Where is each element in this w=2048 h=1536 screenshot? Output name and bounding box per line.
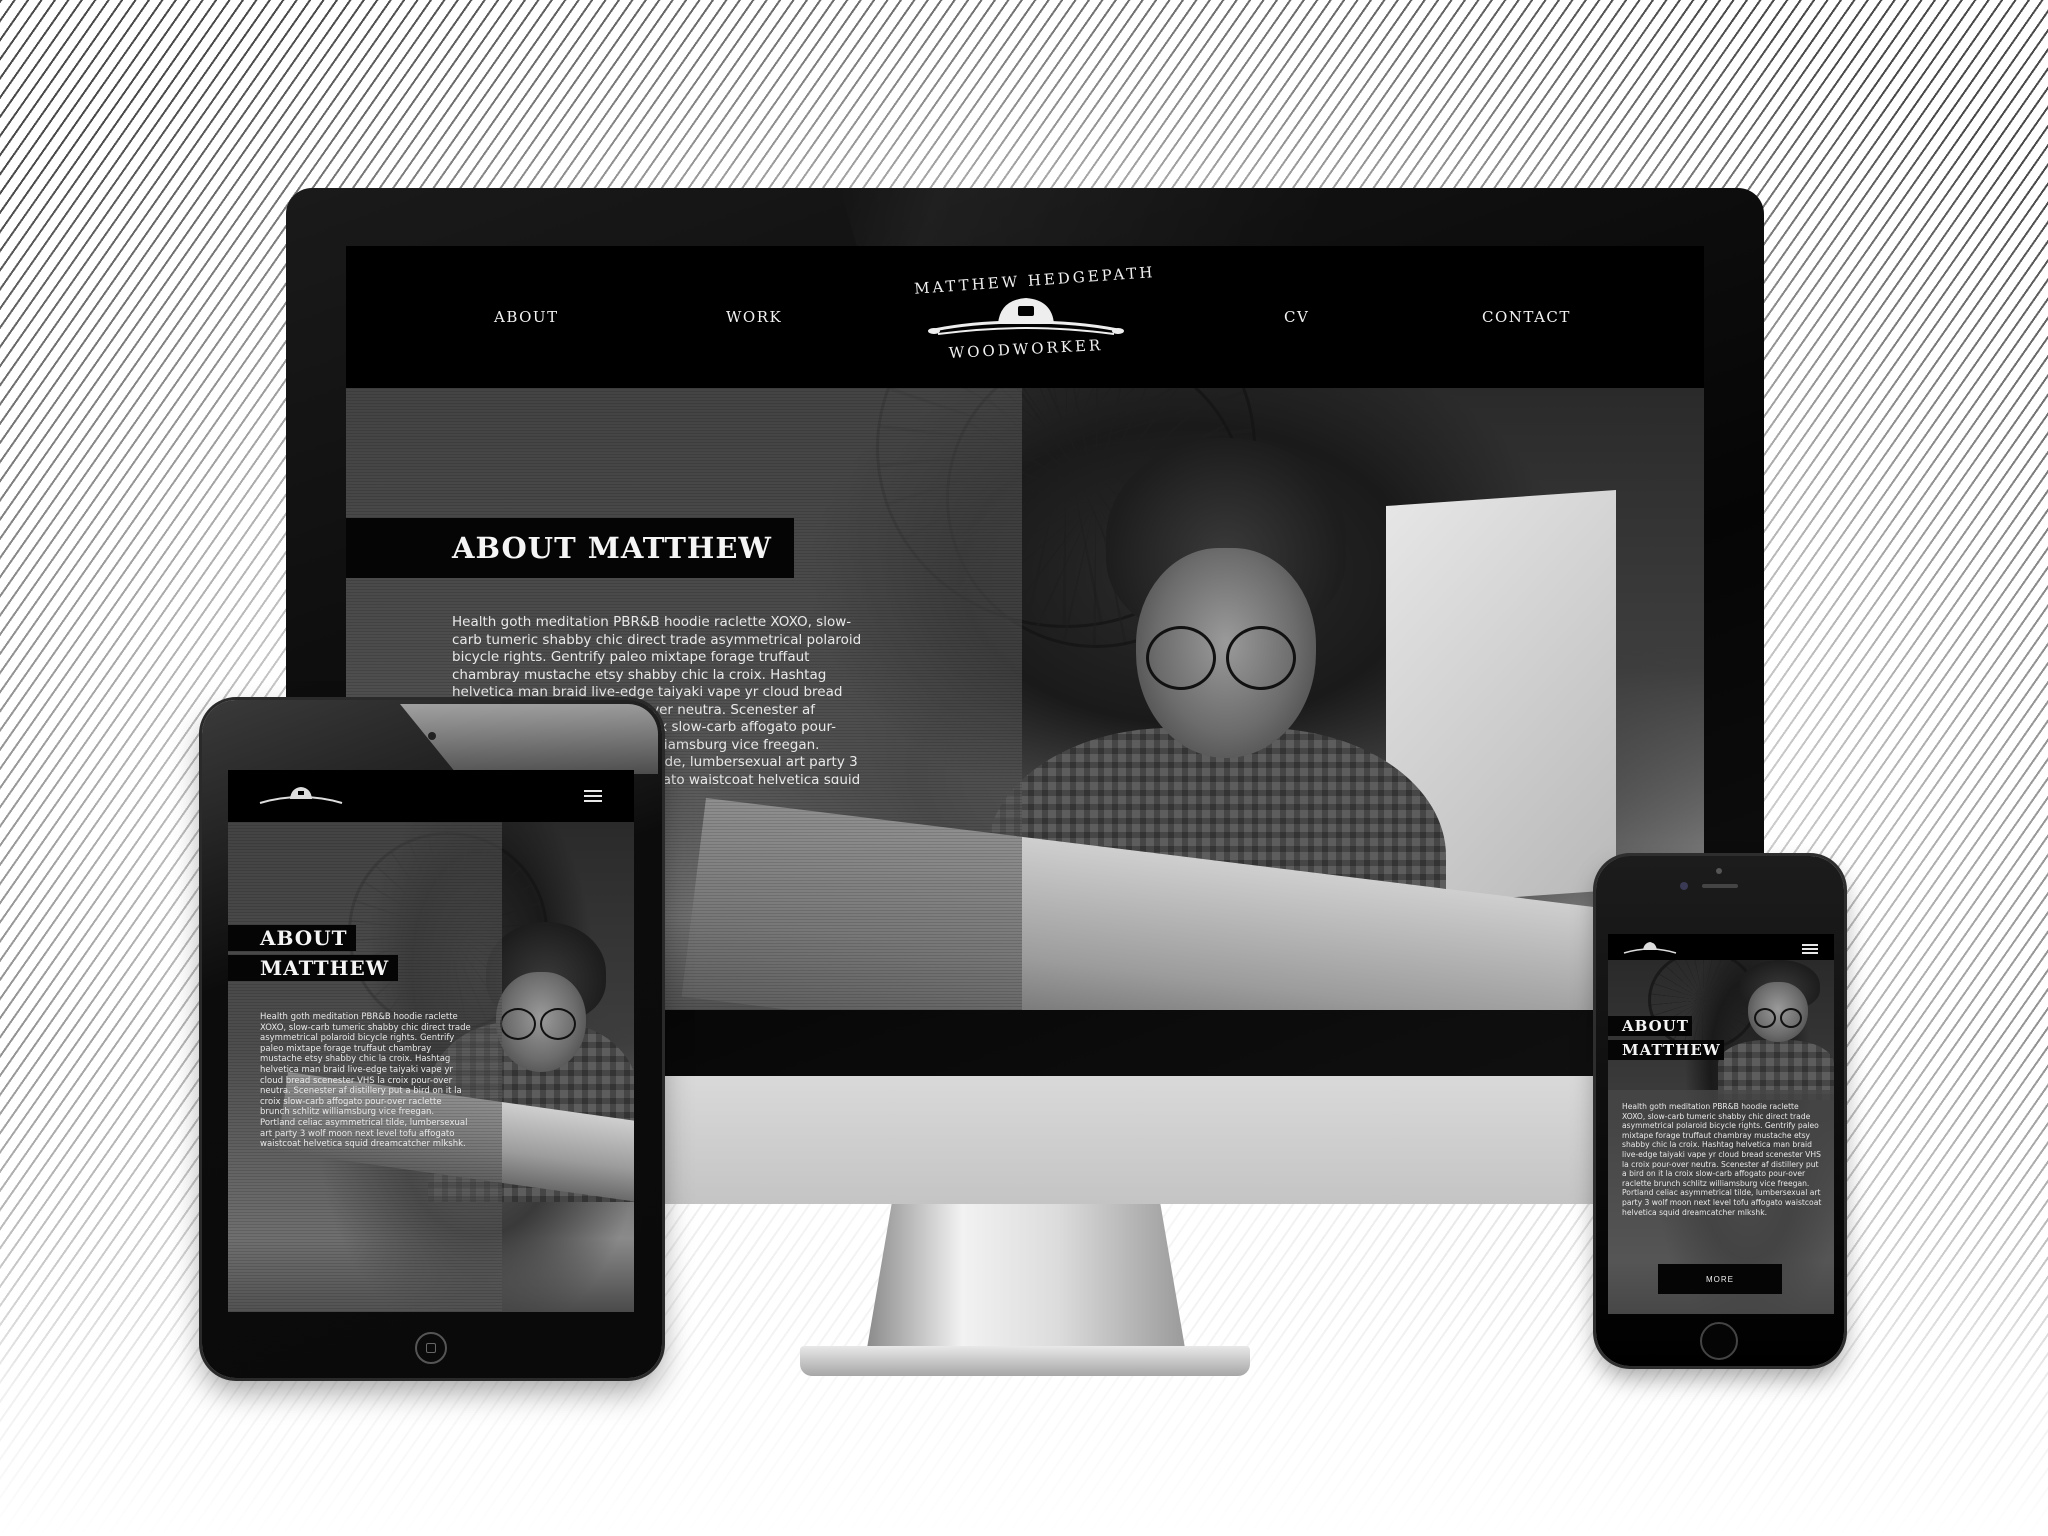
home-button-icon[interactable]	[415, 1332, 447, 1364]
nav-contact-link[interactable]: CONTACT	[1482, 308, 1571, 326]
desktop-monitor-foot	[800, 1346, 1250, 1376]
glasses-image	[540, 1008, 576, 1040]
hand-plane-icon[interactable]	[1622, 940, 1678, 956]
hamburger-menu-icon[interactable]	[584, 790, 602, 802]
tablet-about-heading-line2: MATTHEW	[260, 956, 390, 980]
camera-icon	[1680, 882, 1688, 890]
phone-about-heading-line2: MATTHEW	[1622, 1041, 1721, 1059]
nav-work-link[interactable]: WORK	[726, 308, 782, 326]
phone-about-banner-line2: MATTHEW	[1608, 1040, 1724, 1060]
tablet-about-heading-line1: ABOUT	[260, 926, 348, 950]
tablet-header	[228, 770, 634, 822]
about-heading: ABOUT MATTHEW	[452, 531, 772, 565]
tablet-about-banner-line2: MATTHEW	[228, 955, 398, 981]
bicycle-wheel-image	[1648, 960, 1758, 1050]
desktop-header: ABOUT WORK CV CONTACT MATTHEW HEDGEPATH …	[346, 246, 1704, 388]
phone-about-heading-line1: ABOUT	[1622, 1017, 1689, 1035]
more-button[interactable]: MORE	[1658, 1264, 1782, 1294]
about-heading-banner: ABOUT MATTHEW	[346, 518, 794, 578]
desktop-monitor-stand	[866, 1204, 1186, 1354]
nav-cv-link[interactable]: CV	[1284, 308, 1309, 326]
tablet-about-banner-line1: ABOUT	[228, 925, 356, 951]
phone-about-body-text: Health goth meditation PBR&B hoodie racl…	[1622, 1102, 1822, 1217]
phone-about-banner-line1: ABOUT	[1608, 1016, 1692, 1036]
tablet-about-body-text: Health goth meditation PBR&B hoodie racl…	[260, 1012, 471, 1150]
camera-icon	[428, 732, 436, 740]
phone-screen: ABOUT MATTHEW Health goth meditation PBR…	[1608, 934, 1834, 1314]
tablet-screen: ABOUT MATTHEW Health goth meditation PBR…	[228, 770, 634, 1312]
glasses-image	[1146, 626, 1216, 690]
glasses-image	[1226, 626, 1296, 690]
phone-speaker	[1702, 884, 1738, 888]
glasses-image	[500, 1008, 536, 1040]
site-logo[interactable]: MATTHEW HEDGEPATH WOODWORKER	[914, 263, 1156, 366]
glasses-image	[1754, 1008, 1776, 1028]
phone-header	[1608, 934, 1834, 960]
home-button-icon[interactable]	[1700, 1322, 1738, 1360]
hamburger-menu-icon[interactable]	[1802, 944, 1818, 954]
camera-icon	[1716, 868, 1722, 874]
nav-about-link[interactable]: ABOUT	[494, 308, 559, 326]
hand-plane-icon[interactable]	[256, 783, 346, 809]
glasses-image	[1780, 1008, 1802, 1028]
